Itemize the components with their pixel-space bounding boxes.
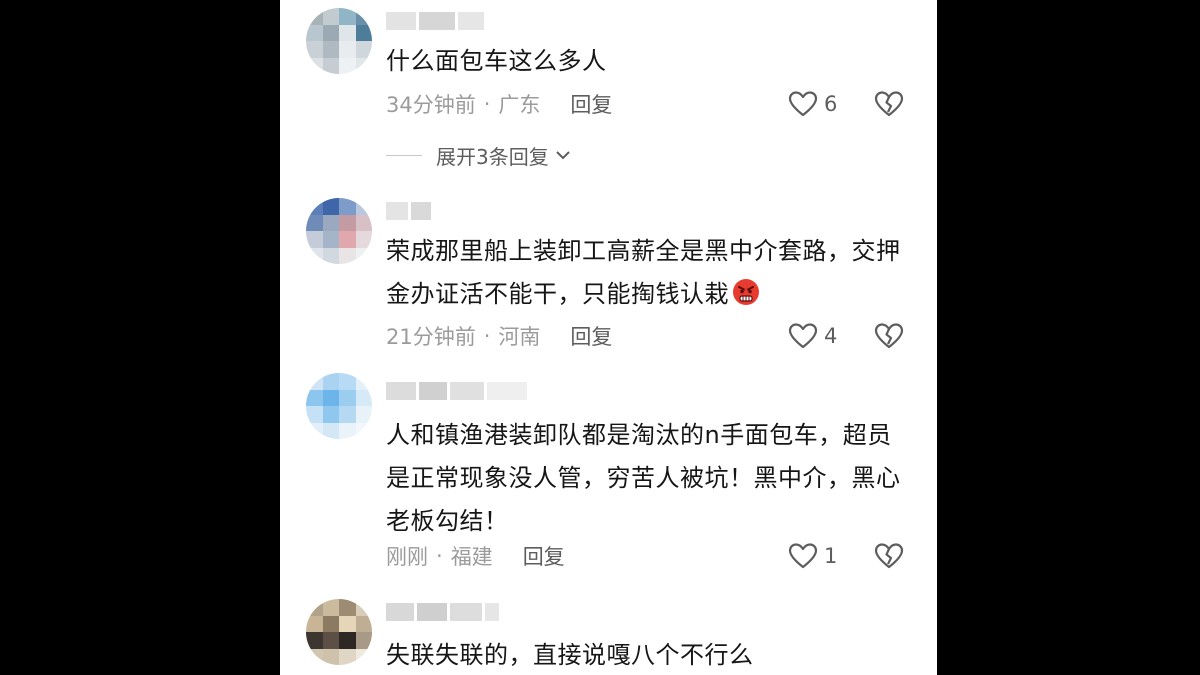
like-button[interactable]: 6 <box>788 89 837 119</box>
meta-separator: · <box>436 544 443 568</box>
comment-item: 失联失联的，直接说嘎八个不行么 <box>280 592 937 675</box>
comment-time: 21分钟前 <box>386 325 476 349</box>
broken-heart-icon[interactable] <box>874 89 904 119</box>
like-count: 6 <box>824 92 838 116</box>
like-count: 1 <box>824 544 838 568</box>
expand-replies-label: 展开3条回复 <box>436 144 549 169</box>
comment-text: 人和镇渔港装卸队都是淘汰的n手面包车，超员是正常现象没人管，穷苦人被坑！黑中介，… <box>386 421 901 535</box>
comment-meta: 刚刚 · 福建 回复 <box>386 541 565 571</box>
avatar[interactable] <box>306 8 372 74</box>
divider-line <box>386 154 422 156</box>
comment-item: 人和镇渔港装卸队都是淘汰的n手面包车，超员是正常现象没人管，穷苦人被坑！黑中介，… <box>280 370 937 590</box>
username-blurred[interactable] <box>386 603 499 621</box>
avatar[interactable] <box>306 198 372 264</box>
comment-time: 刚刚 <box>386 545 428 569</box>
reply-button[interactable]: 回复 <box>570 89 612 119</box>
reply-button[interactable]: 回复 <box>523 541 565 571</box>
comment-time: 34分钟前 <box>386 93 476 117</box>
like-button[interactable]: 4 <box>788 321 837 351</box>
avatar[interactable] <box>306 373 372 439</box>
comment-item: 什么面包车这么多人 34分钟前 · 广东 回复 6 展开3条回复 <box>280 0 937 185</box>
username-blurred[interactable] <box>386 202 431 220</box>
broken-heart-icon[interactable] <box>874 541 904 571</box>
heart-icon <box>788 323 818 349</box>
comment-meta: 21分钟前 · 河南 回复 <box>386 321 612 351</box>
comment-text-content: 荣成那里船上装卸工高薪全是黑中介套路，交押金办证活不能干，只能掏钱认栽 <box>386 237 901 308</box>
expand-replies-button[interactable]: 展开3条回复 <box>386 140 573 170</box>
comment-location: 河南 <box>498 325 541 349</box>
comment-location: 广东 <box>498 93 541 117</box>
heart-icon <box>788 91 818 117</box>
meta-separator: · <box>483 324 491 348</box>
angry-face-icon <box>733 279 759 305</box>
comment-panel: 什么面包车这么多人 34分钟前 · 广东 回复 6 展开3条回复 荣成那里船上装… <box>280 0 937 675</box>
meta-separator: · <box>483 92 491 116</box>
username-blurred[interactable] <box>386 382 527 400</box>
comment-item: 荣成那里船上装卸工高薪全是黑中介套路，交押金办证活不能干，只能掏钱认栽 21分钟… <box>280 190 937 370</box>
comment-text: 什么面包车这么多人 <box>386 47 607 75</box>
comment-text: 荣成那里船上装卸工高薪全是黑中介套路，交押金办证活不能干，只能掏钱认栽 <box>386 230 916 316</box>
broken-heart-icon[interactable] <box>874 321 904 351</box>
heart-icon <box>788 543 818 569</box>
comment-meta: 34分钟前 · 广东 回复 <box>386 89 612 119</box>
comment-location: 福建 <box>450 545 493 569</box>
username-blurred[interactable] <box>386 12 484 30</box>
avatar[interactable] <box>306 599 372 665</box>
like-button[interactable]: 1 <box>788 541 837 571</box>
like-count: 4 <box>824 324 838 348</box>
reply-button[interactable]: 回复 <box>570 321 612 351</box>
comment-text: 失联失联的，直接说嘎八个不行么 <box>386 641 754 669</box>
chevron-down-icon <box>556 151 570 160</box>
